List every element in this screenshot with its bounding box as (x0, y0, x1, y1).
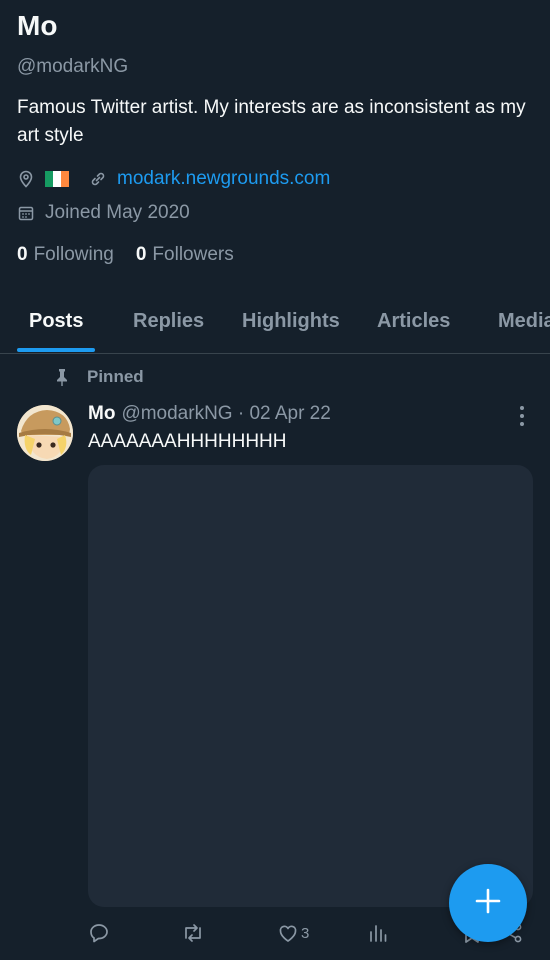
reply-icon (88, 922, 110, 944)
following-label[interactable]: Following (34, 244, 114, 266)
profile-name: Mo (17, 10, 58, 41)
pinned-label: Pinned (87, 367, 144, 386)
tweet-avatar[interactable] (17, 405, 73, 461)
followers-count[interactable]: 0 (136, 244, 147, 266)
following-count[interactable]: 0 (17, 244, 28, 266)
tweet-media[interactable] (88, 465, 533, 907)
followers-label[interactable]: Followers (152, 244, 233, 266)
tweet-text: AAAAAAAHHHHHHHH (88, 431, 287, 452)
profile-handle: @modarkNG (17, 56, 129, 77)
profile-header: Mo @modarkNG Famous Twitter artist. My i… (0, 0, 550, 266)
views-chart-icon (368, 922, 388, 944)
tab-highlights[interactable]: Highlights (242, 310, 340, 333)
plus-icon (474, 887, 502, 920)
tab-replies[interactable]: Replies (133, 310, 204, 333)
tweet-header: Mo @modarkNG · 02 Apr 22 (88, 403, 331, 425)
profile-meta-row: modark.newgrounds.com (17, 168, 533, 190)
tab-media[interactable]: Media (498, 310, 550, 333)
heart-icon (277, 922, 299, 944)
pinned-indicator: Pinned (52, 367, 144, 387)
more-options-icon[interactable] (512, 404, 532, 428)
reply-button[interactable] (88, 922, 110, 944)
calendar-icon (17, 204, 35, 222)
joined-date: Joined May 2020 (45, 202, 190, 223)
profile-website-link[interactable]: modark.newgrounds.com (117, 168, 330, 190)
ireland-flag-icon (45, 171, 69, 187)
compose-post-button[interactable] (449, 864, 527, 942)
like-button[interactable]: 3 (277, 922, 309, 944)
pin-icon (52, 367, 72, 387)
tweet-handle-date: @modarkNG · 02 Apr 22 (121, 403, 331, 424)
link-icon (89, 170, 107, 188)
tab-articles[interactable]: Articles (377, 310, 450, 333)
joined-row: Joined May 2020 (17, 202, 533, 224)
location-pin-icon (17, 170, 35, 188)
views-button[interactable] (368, 922, 388, 944)
like-count: 3 (301, 924, 310, 942)
profile-bio: Famous Twitter artist. My interests are … (17, 97, 526, 146)
repost-icon (181, 922, 205, 944)
active-tab-indicator (17, 348, 95, 352)
repost-button[interactable] (181, 922, 205, 944)
profile-tabs: Posts Replies Highlights Articles Media (0, 300, 550, 354)
tweet-author-name[interactable]: Mo (88, 403, 115, 425)
follow-stats: 0 Following 0 Followers (17, 244, 533, 266)
tab-posts[interactable]: Posts (29, 310, 83, 333)
